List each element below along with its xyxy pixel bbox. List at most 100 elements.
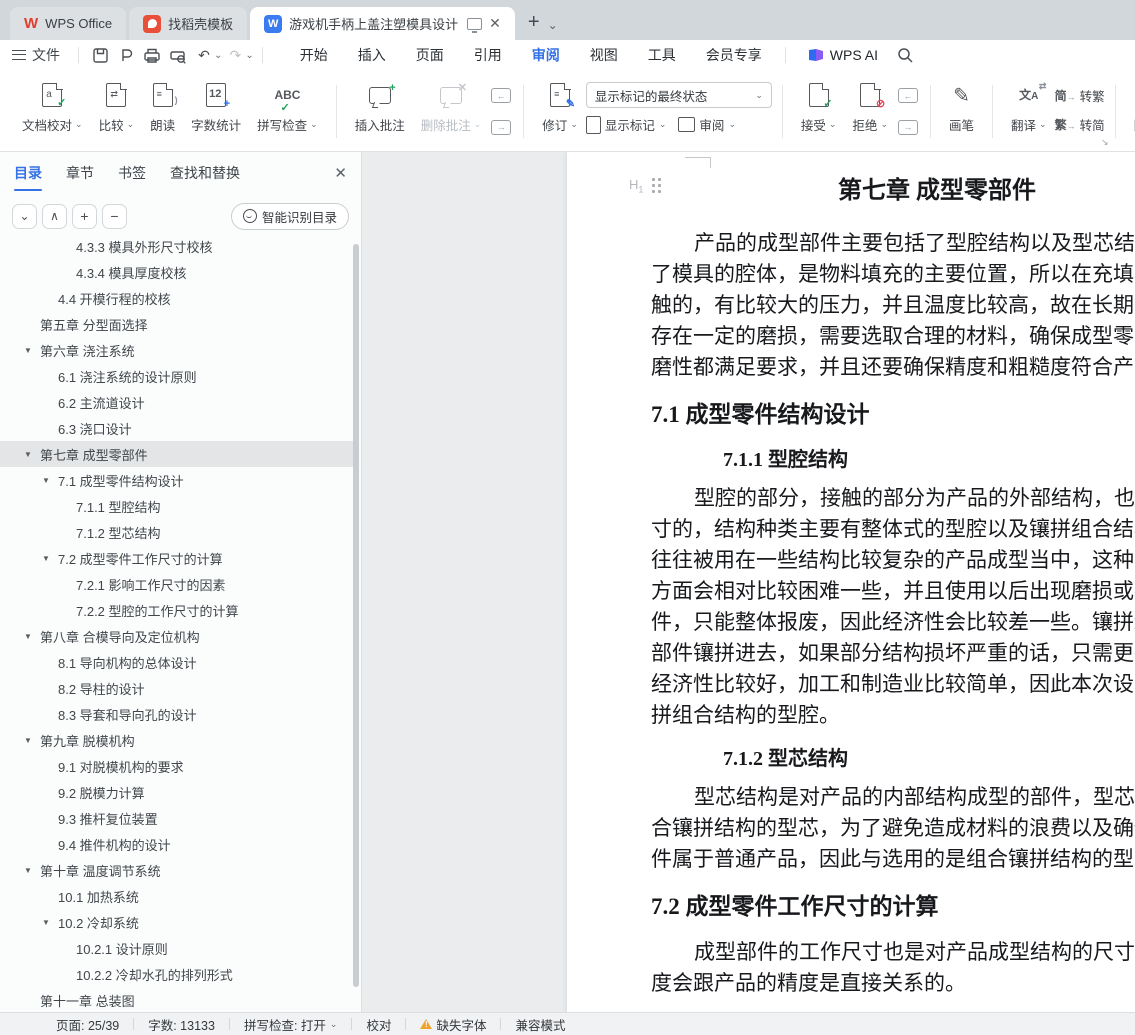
- previous-change-icon[interactable]: ←: [897, 88, 918, 104]
- pen-button[interactable]: ✎ 画笔: [941, 75, 982, 148]
- toc-item[interactable]: ▼ 第六章 浇注系统: [0, 337, 353, 363]
- menu-tab-page[interactable]: 页面: [401, 41, 459, 69]
- body-text-line[interactable]: 度会跟产品的精度是直接关系的。: [567, 968, 1135, 999]
- toc-item[interactable]: 9.3 推杆复位装置: [0, 805, 353, 831]
- translate-button[interactable]: 文A ⇄ 翻译 ⌄: [1003, 75, 1055, 148]
- toc-item[interactable]: 7.1.2 型芯结构: [0, 519, 353, 545]
- toc-next-button[interactable]: ⌄: [12, 203, 37, 229]
- menu-tab-tools[interactable]: 工具: [633, 41, 691, 69]
- toc-item[interactable]: 8.3 导套和导向孔的设计: [0, 701, 353, 727]
- toc-item[interactable]: 7.2.2 型腔的工作尺寸的计算: [0, 597, 353, 623]
- section-heading[interactable]: 7.1 成型零件结构设计: [567, 399, 1135, 431]
- sidebar-scrollbar[interactable]: [353, 244, 359, 987]
- body-text-line[interactable]: 型腔的部分，接触的部分为产品的外部结构，也是用来成型: [567, 483, 1135, 514]
- smart-toc-button[interactable]: 智能识别目录: [230, 202, 349, 230]
- markup-state-select[interactable]: 显示标记的最终状态 ⌄: [585, 82, 772, 108]
- body-text-line[interactable]: 存在一定的磨损，需要选取合理的材料，确保成型零部件的强度: [567, 321, 1135, 352]
- status-missing-font[interactable]: 缺失字体: [406, 1015, 500, 1034]
- read-aloud-button[interactable]: ≡) 朗读: [142, 75, 183, 148]
- reject-change-button[interactable]: ⊘ 拒绝 ⌄: [844, 75, 896, 148]
- toc-item[interactable]: ▼ 第十章 温度调节系统: [0, 857, 353, 883]
- close-sidebar-icon[interactable]: ✕: [334, 164, 347, 182]
- next-comment-icon[interactable]: →: [491, 119, 512, 135]
- toc-item[interactable]: ▼ 10.2 冷却系统: [0, 909, 353, 935]
- toc-item[interactable]: ▼ 第九章 脱模机构: [0, 727, 353, 753]
- tab-docer-templates[interactable]: 找稻壳模板: [129, 7, 248, 40]
- toc-item[interactable]: 10.1 加热系统: [0, 883, 353, 909]
- toc-item[interactable]: ▼ 7.1 成型零件结构设计: [0, 467, 353, 493]
- toc-previous-button[interactable]: ∧: [42, 203, 67, 229]
- tab-list-chevron-icon[interactable]: ⌄: [548, 18, 558, 32]
- wps-ai-button[interactable]: WPS AI: [808, 47, 878, 63]
- status-compat-mode[interactable]: 兼容模式: [501, 1015, 579, 1034]
- toc-item[interactable]: 6.2 主流道设计: [0, 389, 353, 415]
- document-page[interactable]: H1 第七章 成型零部件产品的成型部件主要包括了型腔结构以及型芯结构、滑块等了模…: [567, 152, 1135, 1012]
- undo-icon[interactable]: ↶: [193, 44, 215, 66]
- spell-check-button[interactable]: ABC ✓ 拼写检查 ⌄: [249, 75, 326, 148]
- toc-item[interactable]: 10.2.2 冷却水孔的排列形式: [0, 961, 353, 987]
- toc-item[interactable]: ▼ 第八章 合模导向及定位机构: [0, 623, 353, 649]
- new-tab-button[interactable]: +: [528, 11, 540, 34]
- body-text-line[interactable]: 拼组合结构的型腔。: [567, 700, 1135, 731]
- body-text-line[interactable]: 型芯结构是对产品的内部结构成型的部件，型芯的结构有整: [567, 782, 1135, 813]
- sidebar-tab-find-replace[interactable]: 查找和替换: [170, 157, 240, 189]
- menu-tab-insert[interactable]: 插入: [343, 41, 401, 69]
- more-commands-chevron-icon[interactable]: ⌄: [245, 50, 253, 61]
- toc-item[interactable]: 7.2.1 影响工作尺寸的因素: [0, 571, 353, 597]
- search-icon[interactable]: [894, 44, 916, 66]
- word-count-button[interactable]: 12 + 字数统计: [183, 75, 249, 148]
- previous-comment-icon[interactable]: ←: [491, 88, 512, 104]
- toc-item[interactable]: 第十一章 总装图: [0, 987, 353, 1012]
- expand-triangle-icon[interactable]: ▼: [24, 346, 40, 355]
- to-traditional-button[interactable]: 简→ 转繁: [1055, 86, 1105, 105]
- section-heading[interactable]: 7.2 成型零件工作尺寸的计算: [567, 891, 1135, 923]
- menu-tab-member[interactable]: 会员专享: [691, 41, 777, 69]
- body-text-line[interactable]: 合镶拼结构的型芯，为了避免造成材料的浪费以及确保经济性要: [567, 813, 1135, 844]
- tab-wps-office[interactable]: W WPS Office: [10, 7, 127, 40]
- menu-tab-view[interactable]: 视图: [575, 41, 633, 69]
- status-spell-check[interactable]: 拼写检查: 打开 ⌄: [230, 1015, 352, 1034]
- toc-item[interactable]: 10.2.1 设计原则: [0, 935, 353, 961]
- expand-triangle-icon[interactable]: ▼: [24, 866, 40, 875]
- subsection-heading[interactable]: 7.1.2 型芯结构: [567, 744, 1135, 774]
- print-icon[interactable]: [141, 44, 163, 66]
- print-preview-icon[interactable]: [167, 44, 189, 66]
- show-markup-button[interactable]: 显示标记 ⌄: [585, 115, 666, 134]
- expand-triangle-icon[interactable]: ▼: [24, 736, 40, 745]
- expand-triangle-icon[interactable]: ▼: [42, 476, 58, 485]
- accept-change-button[interactable]: ✓ 接受 ⌄: [793, 75, 845, 148]
- toc-expand-button[interactable]: +: [72, 203, 97, 229]
- expand-triangle-icon[interactable]: ▼: [42, 554, 58, 563]
- toc-item[interactable]: 6.3 浇口设计: [0, 415, 353, 441]
- body-text-line[interactable]: 方面会相对比较困难一些，并且使用以后出现磨损或者损坏的话: [567, 576, 1135, 607]
- save-icon[interactable]: [89, 44, 111, 66]
- close-tab-icon[interactable]: ✕: [489, 15, 501, 32]
- undo-chevron-icon[interactable]: ⌄: [214, 50, 222, 61]
- drag-handle-icon[interactable]: [652, 177, 662, 194]
- toc-item[interactable]: ▼ 第七章 成型零部件: [0, 441, 353, 467]
- subsection-heading[interactable]: 7.1.1 型腔结构: [567, 445, 1135, 475]
- file-menu-button[interactable]: 文件: [12, 45, 60, 65]
- sidebar-tab-chapters[interactable]: 章节: [66, 157, 94, 189]
- expand-triangle-icon[interactable]: ▼: [24, 632, 40, 641]
- body-text-line[interactable]: 经济性比较好，加工和制造业比较简单，因此本次设计的型腔结: [567, 669, 1135, 700]
- toc-item[interactable]: 第五章 分型面选择: [0, 311, 353, 337]
- toc-item[interactable]: 4.3.3 模具外形尺寸校核: [0, 240, 353, 259]
- menu-tab-reference[interactable]: 引用: [459, 41, 517, 69]
- body-text-line[interactable]: 成型部件的工作尺寸也是对产品成型结构的尺寸，因此成型: [567, 937, 1135, 968]
- body-text-line[interactable]: 件，只能整体报废，因此经济性会比较差一些。镶拼结构的型腔: [567, 607, 1135, 638]
- body-text-line[interactable]: 寸的，结构种类主要有整体式的型腔以及镶拼组合结构的型腔，: [567, 514, 1135, 545]
- export-pdf-icon[interactable]: [115, 44, 137, 66]
- body-text-line[interactable]: 了模具的腔体，是物料填充的主要位置，所以在充填的时候，是: [567, 259, 1135, 290]
- insert-comment-button[interactable]: + 插入批注: [347, 75, 413, 148]
- next-change-icon[interactable]: →: [897, 119, 918, 135]
- expand-triangle-icon[interactable]: ▼: [42, 918, 58, 927]
- dialog-launcher-icon[interactable]: ↘: [1101, 137, 1109, 148]
- body-text-line[interactable]: 磨性都满足要求，并且还要确保精度和粗糙度符合产品的成型需: [567, 352, 1135, 383]
- body-text-line[interactable]: 往往被用在一些结构比较复杂的产品成型当中，这种类型的型腔: [567, 545, 1135, 576]
- toc-item[interactable]: ▼ 7.2 成型零件工作尺寸的计算: [0, 545, 353, 571]
- menu-tab-review[interactable]: 审阅: [517, 41, 575, 73]
- toc-item[interactable]: 9.1 对脱模机构的要求: [0, 753, 353, 779]
- body-text-line[interactable]: 触的，有比较大的压力，并且温度比较高，故在长期的使用过程: [567, 290, 1135, 321]
- sidebar-tab-bookmarks[interactable]: 书签: [118, 157, 146, 189]
